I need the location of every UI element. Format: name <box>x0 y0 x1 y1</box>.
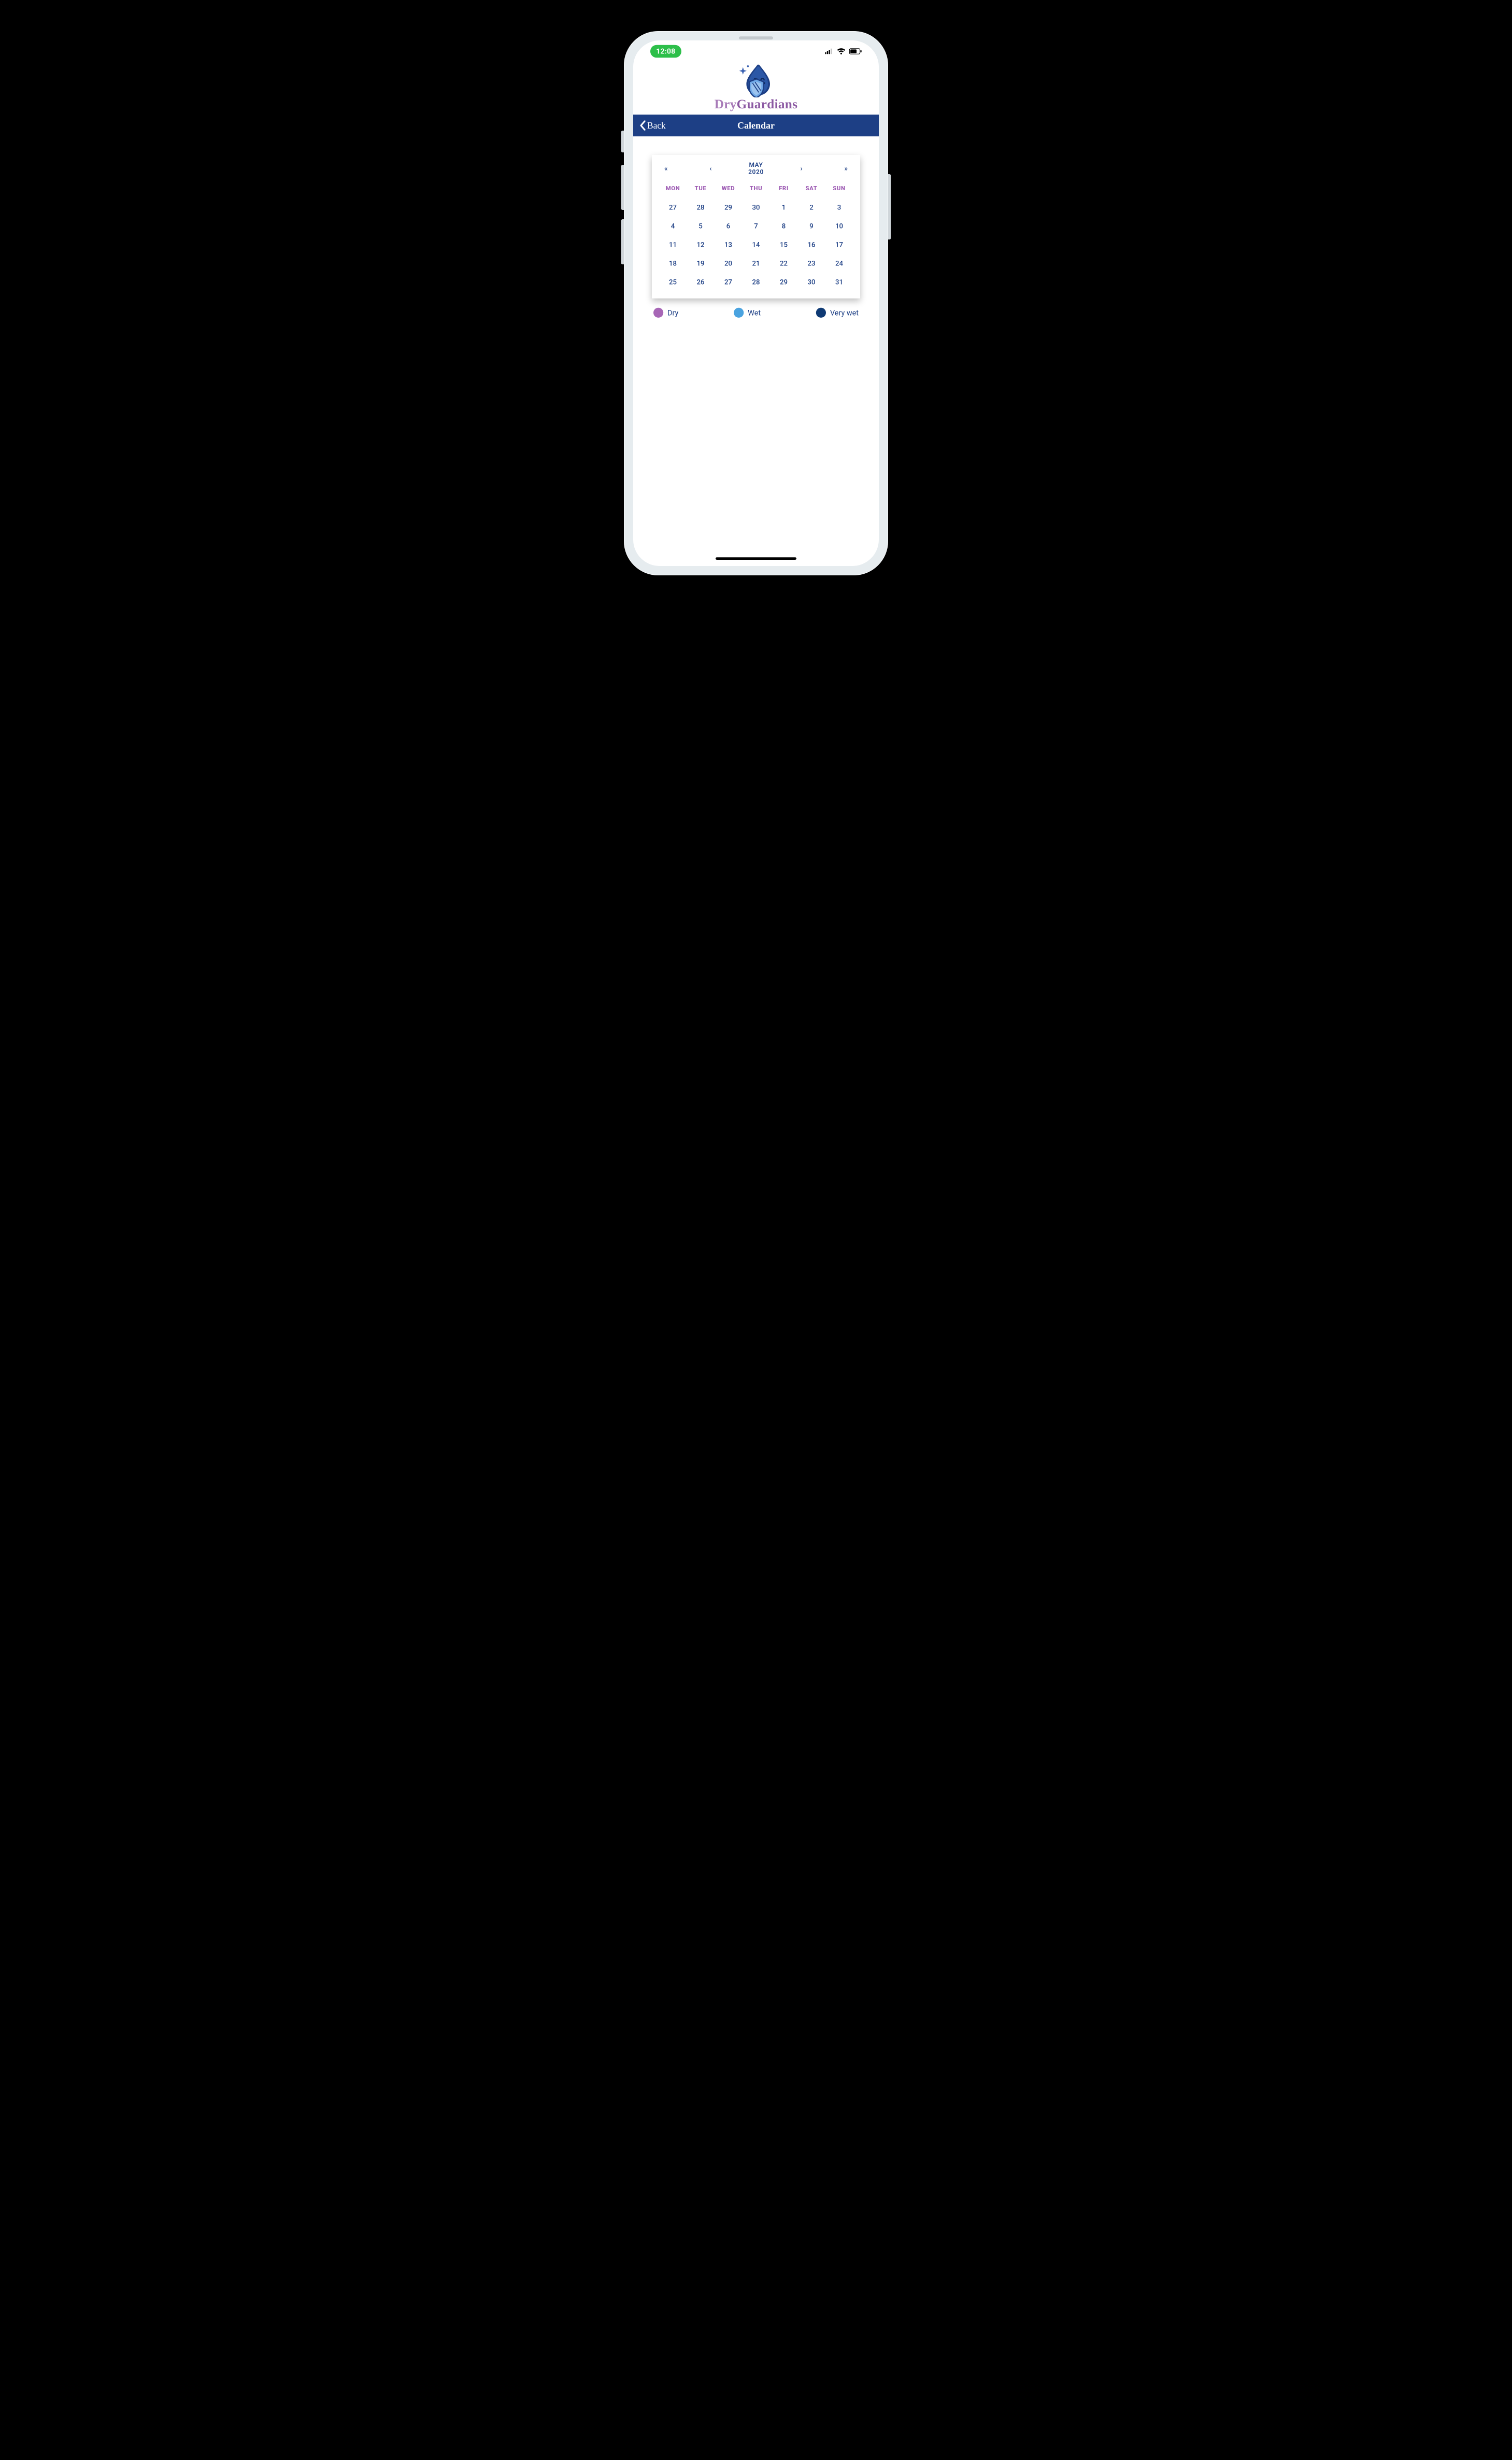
calendar-day[interactable]: 25 <box>659 273 687 291</box>
back-label: Back <box>647 120 666 131</box>
prev-month-button[interactable]: ‹ <box>704 164 718 173</box>
brand-logo: DryGuardians <box>633 62 879 115</box>
calendar-day[interactable]: 4 <box>659 217 687 235</box>
nav-bar: Back Calendar <box>633 115 879 136</box>
weekday-header: SAT <box>797 185 825 198</box>
weekday-header: WED <box>715 185 742 198</box>
brand-name: DryGuardians <box>715 96 797 111</box>
calendar-day[interactable]: 26 <box>687 273 714 291</box>
calendar-day[interactable]: 19 <box>687 254 714 273</box>
brand-name-part2: Guardians <box>737 97 798 111</box>
battery-icon <box>849 48 862 54</box>
calendar-day[interactable]: 9 <box>797 217 825 235</box>
legend: Dry Wet Very wet <box>652 308 860 318</box>
volume-up-button <box>621 165 624 210</box>
calendar-day[interactable]: 14 <box>742 235 769 254</box>
calendar-day[interactable]: 11 <box>659 235 687 254</box>
next-year-button[interactable]: » <box>839 164 853 173</box>
calendar-day[interactable]: 22 <box>770 254 797 273</box>
calendar-day[interactable]: 20 <box>715 254 742 273</box>
legend-item-wet: Wet <box>734 308 761 318</box>
legend-item-dry: Dry <box>653 308 678 318</box>
legend-label: Dry <box>667 308 678 317</box>
status-time: 12:08 <box>650 45 681 58</box>
calendar-day[interactable]: 18 <box>659 254 687 273</box>
power-button <box>888 174 891 239</box>
phone-frame: 12:08 <box>624 31 888 575</box>
wifi-icon <box>837 48 846 54</box>
calendar-day[interactable]: 27 <box>715 273 742 291</box>
speaker-grille <box>739 36 773 39</box>
swatch-wet <box>734 308 744 318</box>
swatch-very-wet <box>816 308 826 318</box>
content: « ‹ MAY 2020 › » <box>633 136 879 318</box>
weekday-header: TUE <box>687 185 714 198</box>
calendar-day[interactable]: 28 <box>687 198 714 217</box>
calendar-day[interactable]: 6 <box>715 217 742 235</box>
calendar-year: 2020 <box>748 168 764 176</box>
brand-name-part1: Dry <box>715 97 737 111</box>
calendar-grid: MON TUE WED THU FRI SAT SUN 27 <box>659 185 853 291</box>
calendar-day[interactable]: 21 <box>742 254 769 273</box>
calendar-day[interactable]: 16 <box>797 235 825 254</box>
volume-down-button <box>621 219 624 264</box>
status-icons <box>825 48 862 54</box>
calendar-day[interactable]: 3 <box>825 198 853 217</box>
weekday-header: SUN <box>825 185 853 198</box>
calendar-day[interactable]: 23 <box>797 254 825 273</box>
cellular-icon <box>825 49 833 54</box>
calendar-day[interactable]: 5 <box>687 217 714 235</box>
page-title: Calendar <box>633 120 879 131</box>
legend-item-very-wet: Very wet <box>816 308 859 318</box>
calendar-day[interactable]: 12 <box>687 235 714 254</box>
calendar-day[interactable]: 24 <box>825 254 853 273</box>
swatch-dry <box>653 308 663 318</box>
calendar-day[interactable]: 17 <box>825 235 853 254</box>
calendar-month-year: MAY 2020 <box>748 161 764 176</box>
calendar-day[interactable]: 31 <box>825 273 853 291</box>
home-indicator <box>716 557 796 560</box>
calendar-day[interactable]: 29 <box>770 273 797 291</box>
calendar-day[interactable]: 8 <box>770 217 797 235</box>
calendar-day[interactable]: 13 <box>715 235 742 254</box>
calendar-day[interactable]: 1 <box>770 198 797 217</box>
chevron-left-icon <box>640 121 646 131</box>
calendar-day[interactable]: 10 <box>825 217 853 235</box>
calendar-day[interactable]: 15 <box>770 235 797 254</box>
calendar-day[interactable]: 30 <box>742 198 769 217</box>
status-bar: 12:08 <box>633 40 879 62</box>
calendar-day[interactable]: 29 <box>715 198 742 217</box>
calendar-day[interactable]: 7 <box>742 217 769 235</box>
calendar-card: « ‹ MAY 2020 › » <box>652 155 860 299</box>
calendar-month: MAY <box>748 161 764 168</box>
calendar-day[interactable]: 30 <box>797 273 825 291</box>
calendar-day[interactable]: 27 <box>659 198 687 217</box>
weekday-header: MON <box>659 185 687 198</box>
weekday-header: THU <box>742 185 769 198</box>
screen: 12:08 <box>633 40 879 566</box>
legend-label: Very wet <box>830 308 859 317</box>
droplet-shield-icon <box>736 63 776 97</box>
prev-year-button[interactable]: « <box>659 164 673 173</box>
back-button[interactable]: Back <box>640 115 666 136</box>
next-month-button[interactable]: › <box>794 164 808 173</box>
legend-label: Wet <box>748 308 761 317</box>
side-switch <box>621 131 624 152</box>
weekday-header: FRI <box>770 185 797 198</box>
calendar-day[interactable]: 28 <box>742 273 769 291</box>
calendar-day[interactable]: 2 <box>797 198 825 217</box>
calendar-header: « ‹ MAY 2020 › » <box>659 161 853 176</box>
